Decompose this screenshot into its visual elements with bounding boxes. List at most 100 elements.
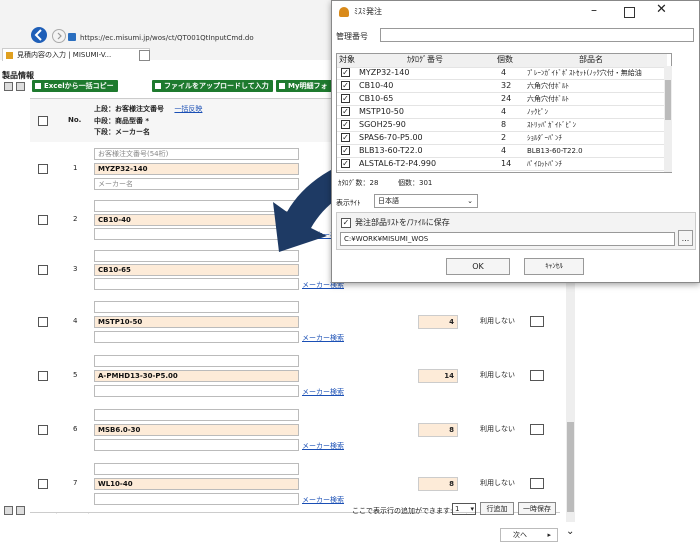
quantity-input[interactable]: 8	[418, 477, 458, 491]
chevron-down-icon	[530, 478, 544, 489]
row-checkbox[interactable]: ✓	[341, 146, 350, 155]
maker-search-link[interactable]: メーカー検索	[302, 495, 344, 505]
save-all-button[interactable]: 一時保存	[518, 502, 556, 515]
part-name-cell: ｼｮﾙﾀﾞｰﾊﾟﾝﾁ	[527, 134, 562, 142]
catalog-count: ｶﾀﾛｸﾞ数：28	[338, 179, 379, 187]
maker-name-input[interactable]	[94, 493, 299, 505]
browse-button[interactable]: ...	[678, 230, 693, 246]
parts-list-row[interactable]: ✓ MSTP10-50 4 ﾉｯｸﾋﾟﾝ	[337, 106, 667, 119]
tab-quote-input[interactable]: 見積内容の入力 | MISUMI-V... ×	[2, 48, 150, 61]
usage-select[interactable]: 利用しない	[480, 315, 546, 328]
misumi-order-dialog: ﾐｽﾐ発注 – ✕ 管理番号 対象 ｶﾀﾛｸﾞ番号 個数 部品名 ✓ MYZP32…	[331, 0, 700, 283]
grid-scrollbar-thumb[interactable]	[665, 80, 671, 120]
arrow-right-icon: ▸	[547, 531, 551, 539]
order-number-input[interactable]	[94, 463, 299, 475]
catalog-number-cell: MYZP32-140	[359, 68, 410, 77]
add-count-select[interactable]: 1 ▾	[452, 503, 476, 515]
parts-list-row[interactable]: ✓ SGOH25-90 8 ｽﾄﾘｯﾊﾟｶﾞｲﾄﾞﾋﾟﾝ	[337, 119, 667, 132]
upload-file-button[interactable]: ファイルをアップロードして入力	[152, 80, 273, 92]
row-no: 5	[73, 371, 78, 379]
order-number-input[interactable]	[94, 301, 299, 313]
parts-list-row[interactable]: ✓ CB10-65 24 六角穴付ﾎﾞﾙﾄ	[337, 93, 667, 106]
parts-list-row[interactable]: ✓ ALSTAL6-T2-P4.990 14 ﾊﾟｲﾛｯﾄﾊﾟﾝﾁ	[337, 158, 667, 171]
management-number-input[interactable]	[380, 28, 694, 42]
part-name-cell: ﾉｯｸﾋﾟﾝ	[527, 108, 548, 116]
app-icon	[339, 7, 349, 17]
save-list-checkbox[interactable]: ✓	[341, 218, 351, 228]
add-row-button[interactable]: 行追加	[480, 502, 514, 515]
table-view-icon[interactable]	[4, 82, 13, 91]
part-number-input[interactable]: MSB6.0-30	[94, 424, 299, 436]
chevron-down-icon	[530, 424, 544, 435]
parts-list-row[interactable]: ✓ BLB13-60-T22.0 4 BLB13-60-T22.0	[337, 145, 667, 158]
row-checkbox[interactable]: ✓	[341, 68, 350, 77]
row-checkbox[interactable]	[38, 317, 48, 327]
chevron-down-icon[interactable]: ⌄	[566, 526, 574, 537]
save-path-input[interactable]: C:¥WORK¥MISUMI_WOS	[340, 232, 675, 246]
row-checkbox[interactable]: ✓	[341, 133, 350, 142]
parts-list-row[interactable]: ✓ CB10-40 32 六角穴付ﾎﾞﾙﾄ	[337, 80, 667, 93]
part-number-input[interactable]: A-PMHD13-30-P5.00	[94, 370, 299, 382]
table-edit-icon[interactable]	[16, 506, 25, 515]
maker-search-link[interactable]: メーカー検索	[302, 333, 344, 343]
quantity-input[interactable]: 14	[418, 369, 458, 383]
quantity-cell: 2	[501, 133, 507, 142]
usage-select[interactable]: 利用しない	[480, 477, 546, 490]
maker-name-input[interactable]	[94, 385, 299, 397]
select-all-checkbox[interactable]	[38, 116, 48, 126]
new-tab-button[interactable]	[139, 50, 150, 61]
scrollbar-thumb[interactable]	[567, 422, 574, 512]
maker-name-input[interactable]	[94, 331, 299, 343]
order-number-input[interactable]	[94, 355, 299, 367]
row-checkbox[interactable]: ✓	[341, 94, 350, 103]
language-select[interactable]: 日本語 ⌄	[374, 194, 478, 208]
parts-list-row[interactable]: ✓ SPAS6-70-P5.00 2 ｼｮﾙﾀﾞｰﾊﾟﾝﾁ	[337, 132, 667, 145]
back-button[interactable]	[31, 27, 47, 43]
arrow-icon	[35, 83, 41, 89]
row-checkbox[interactable]	[38, 425, 48, 435]
row-checkbox[interactable]	[38, 164, 48, 174]
row-checkbox[interactable]: ✓	[341, 159, 350, 168]
parts-list-row[interactable]: ✓ MYZP32-140 4 ﾌﾟﾚｰﾝｶﾞｲﾄﾞﾎﾟｽﾄｾｯﾄ(ﾉｯｸ穴付・無給油	[337, 67, 667, 80]
part-number-input[interactable]: MSTP10-50	[94, 316, 299, 328]
grid-header: 対象 ｶﾀﾛｸﾞ番号 個数 部品名	[337, 54, 667, 68]
quantity-cell: 4	[501, 68, 507, 77]
quantity-total: 個数：301	[398, 179, 433, 187]
row-checkbox[interactable]	[38, 215, 48, 225]
order-number-input[interactable]	[94, 409, 299, 421]
row-checkbox[interactable]: ✓	[341, 81, 350, 90]
tab-favicon	[6, 52, 13, 59]
usage-select[interactable]: 利用しない	[480, 423, 546, 436]
maker-name-input[interactable]	[94, 439, 299, 451]
quantity-input[interactable]: 8	[418, 423, 458, 437]
parts-list-grid[interactable]: 対象 ｶﾀﾛｸﾞ番号 個数 部品名 ✓ MYZP32-140 4 ﾌﾟﾚｰﾝｶﾞｲﾄﾞ…	[336, 53, 672, 173]
maker-search-link[interactable]: メーカー検索	[302, 387, 344, 397]
save-options-group: ✓ 発注部品ﾘｽﾄを/ﾌｧｲﾙに保存 C:¥WORK¥MISUMI_WOS ..…	[336, 212, 696, 250]
forward-button[interactable]	[52, 29, 66, 43]
minimize-icon[interactable]: –	[591, 3, 597, 17]
row-checkbox[interactable]	[38, 265, 48, 275]
dialog-title: ﾐｽﾐ発注	[354, 7, 382, 16]
maker-search-link[interactable]: メーカー検索	[302, 441, 344, 451]
table-view-icon[interactable]	[4, 506, 13, 515]
maximize-icon[interactable]	[624, 7, 635, 18]
row-checkbox[interactable]	[38, 479, 48, 489]
row-checkbox[interactable]	[38, 371, 48, 381]
row-checkbox[interactable]: ✓	[341, 107, 350, 116]
table-row: 6 MSB6.0-30 メーカー検索 8 利用しない	[30, 404, 560, 459]
close-icon[interactable]: ✕	[656, 2, 667, 17]
part-number-input[interactable]: WL10-40	[94, 478, 299, 490]
quantity-input[interactable]: 4	[418, 315, 458, 329]
bulk-apply-link[interactable]: 一括反映	[174, 105, 202, 113]
usage-select[interactable]: 利用しない	[480, 369, 546, 382]
next-button[interactable]: 次へ ▸	[500, 528, 558, 542]
my-detail-button[interactable]: My明細フォ	[276, 80, 332, 92]
tab-label: 見積内容の入力 | MISUMI-V...	[17, 51, 112, 59]
excel-copy-button[interactable]: Excelから一括コピー	[32, 80, 118, 92]
grid-scrollbar[interactable]	[664, 66, 672, 172]
table-edit-icon[interactable]	[16, 82, 25, 91]
address-bar[interactable]: https://ec.misumi.jp/wos/ct/QT001QtInput…	[80, 34, 360, 48]
ok-button[interactable]: OK	[446, 258, 510, 275]
row-checkbox[interactable]: ✓	[341, 120, 350, 129]
cancel-button[interactable]: ｷｬﾝｾﾙ	[524, 258, 584, 275]
